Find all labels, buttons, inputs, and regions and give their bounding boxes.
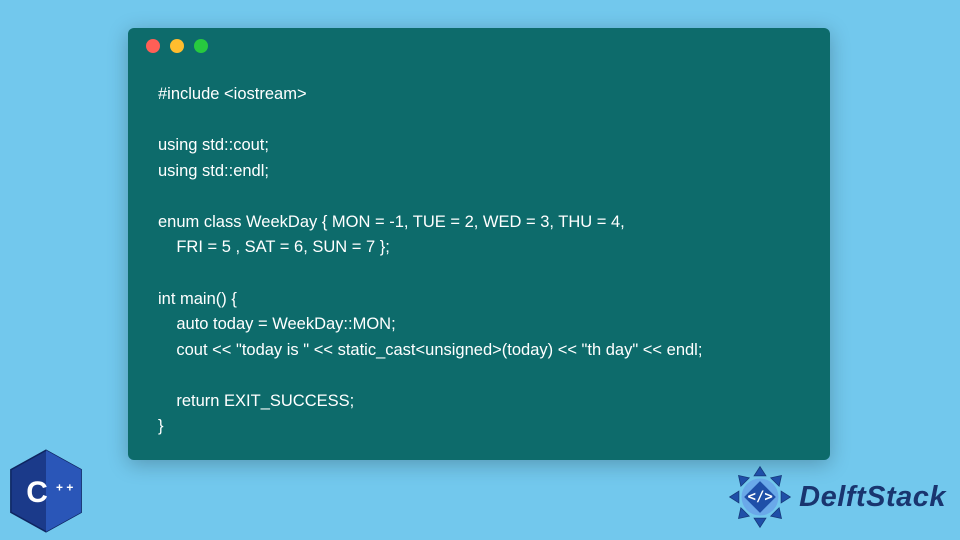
cpp-letter: C [26, 476, 48, 509]
code-body: #include <iostream> using std::cout; usi… [128, 64, 830, 460]
delftstack-badge-text: </> [748, 489, 773, 505]
window-titlebar [128, 28, 830, 64]
delftstack-badge-icon: </> [727, 464, 793, 530]
delftstack-logo: </> DelftStack [727, 464, 946, 530]
delftstack-text: DelftStack [799, 481, 946, 514]
maximize-icon[interactable] [194, 39, 208, 53]
svg-text:+: + [56, 480, 63, 494]
close-icon[interactable] [146, 39, 160, 53]
cpp-logo: C + + [6, 446, 86, 536]
minimize-icon[interactable] [170, 39, 184, 53]
svg-text:+: + [66, 480, 73, 494]
code-window: #include <iostream> using std::cout; usi… [128, 28, 830, 460]
